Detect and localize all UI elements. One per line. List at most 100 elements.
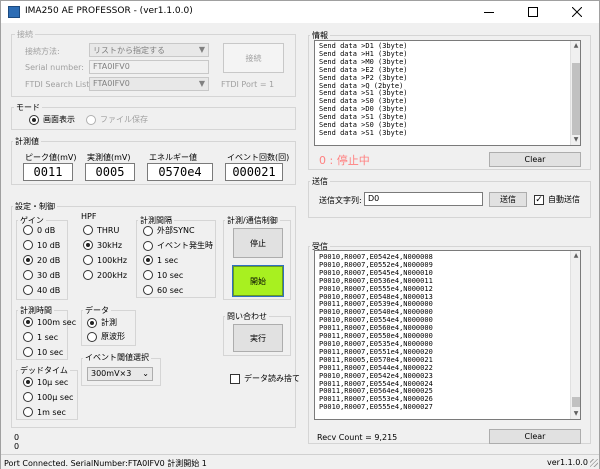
stop-button[interactable]: 停止 <box>233 228 283 258</box>
send-button[interactable]: 送信 <box>489 192 527 207</box>
recv-count: Recv Count = 9,215 <box>317 433 398 442</box>
interval-60sec-radio[interactable]: 60 sec <box>143 285 183 295</box>
chevron-down-icon: ▼ <box>198 79 205 88</box>
energy-value: 0570e4 <box>147 163 213 181</box>
scroll-down-icon[interactable]: ▼ <box>571 135 581 145</box>
execute-button[interactable]: 実行 <box>233 324 283 352</box>
minimize-button[interactable] <box>467 1 511 23</box>
gain-option-label: 20 dB <box>37 255 61 265</box>
status-version: ver1.1.0.0 <box>547 458 588 467</box>
threshold-title: イベント閾値選択 <box>83 352 151 363</box>
threshold-select[interactable]: 300mV×3 ⌄ <box>87 367 153 381</box>
interval-option-label: イベント発生時 <box>157 241 213 250</box>
info-clear-button[interactable]: Clear <box>489 152 581 167</box>
close-button[interactable] <box>555 1 599 23</box>
gain-option-label: 10 dB <box>37 240 61 250</box>
scroll-thumb[interactable] <box>572 63 580 135</box>
data-measure-radio[interactable]: 計測 <box>87 317 117 328</box>
dead-time-1ms-radio[interactable]: 1m sec <box>23 407 66 417</box>
hpf-option-label: THRU <box>97 225 120 235</box>
interval-option-label: 60 sec <box>157 285 184 295</box>
ftdi-port-label: FTDI Port = 1 <box>221 80 275 89</box>
scroll-up-icon[interactable]: ▲ <box>571 41 581 51</box>
hpf-200khz-radio[interactable]: 200kHz <box>83 270 127 280</box>
interval-10sec-radio[interactable]: 10 sec <box>143 270 183 280</box>
send-group-title: 送信 <box>310 176 330 187</box>
ftdi-search-label: FTDI Search List: <box>25 80 93 89</box>
connect-button[interactable]: 接続 <box>223 43 284 73</box>
recv-clear-button[interactable]: Clear <box>489 429 581 444</box>
send-string-input[interactable]: D0 <box>364 192 483 206</box>
hpf-30khz-radio[interactable]: 30kHz <box>83 240 122 250</box>
scroll-thumb[interactable] <box>572 397 580 407</box>
status-bar: Port Connected. SerialNumber:FTA0IFV0 計測… <box>1 454 599 469</box>
mode-file-radio[interactable]: ファイル保存 <box>86 114 148 125</box>
main-window: IMA250 AE PROFESSOR - (ver1.1.0.0) 接続 接続… <box>0 0 600 469</box>
gain-option-label: 0 dB <box>37 225 56 235</box>
meas-time-10sec-radio[interactable]: 10 sec <box>23 347 63 357</box>
meas-time-option-label: 1 sec <box>37 332 59 342</box>
maximize-icon <box>528 7 538 17</box>
window-title: IMA250 AE PROFESSOR - (ver1.1.0.0) <box>25 6 193 16</box>
effective-label: 実測値(mV) <box>87 153 131 162</box>
effective-value: 0005 <box>85 163 135 181</box>
discard-checkbox[interactable]: データ読み捨て <box>230 373 300 384</box>
measurements-group-title: 計測値 <box>13 136 41 147</box>
maximize-button[interactable] <box>511 1 555 23</box>
recv-log-list[interactable]: P0010,R0007,E0542e4,N000008 P0010,R0007,E… <box>314 250 581 420</box>
interval-1sec-radio[interactable]: 1 sec <box>143 255 178 265</box>
dead-time-100us-radio[interactable]: 100μ sec <box>23 392 73 402</box>
connection-method-select[interactable]: リストから指定する ▼ <box>89 43 209 57</box>
info-log-list[interactable]: Send data >D1 (3byte) Send data >H1 (3byt… <box>314 40 581 146</box>
serial-number-field[interactable]: FTA0IFV0 <box>89 60 209 74</box>
gain-10db-radio[interactable]: 10 dB <box>23 240 60 250</box>
resize-grip-icon[interactable] <box>590 459 598 467</box>
meas-time-100ms-radio[interactable]: 100m sec <box>23 317 76 327</box>
list-item: Send data >S1 (3byte) <box>319 128 408 137</box>
discard-label: データ読み捨て <box>244 374 300 383</box>
hpf-option-label: 200kHz <box>97 270 128 280</box>
close-icon <box>572 7 582 17</box>
gain-option-label: 40 dB <box>37 285 61 295</box>
info-lines: Send data >D1 (3byte) Send data >H1 (3byt… <box>319 42 576 138</box>
gain-20db-radio[interactable]: 20 dB <box>23 255 60 265</box>
interval-option-label: 外部SYNC <box>157 226 195 235</box>
dead-time-option-label: 10μ sec <box>37 377 69 387</box>
state-text: 0 : 停止中 <box>319 154 370 167</box>
recv-scrollbar[interactable]: ▲ ▼ <box>570 251 580 419</box>
inquiry-title: 問い合わせ <box>225 311 269 322</box>
recv-lines: P0010,R0007,E0542e4,N000008 P0010,R0007,E… <box>319 253 576 412</box>
interval-option-label: 1 sec <box>157 255 179 265</box>
dead-time-10us-radio[interactable]: 10μ sec <box>23 377 68 387</box>
gain-0db-radio[interactable]: 0 dB <box>23 225 55 235</box>
gain-option-label: 30 dB <box>37 270 61 280</box>
hpf-thru-radio[interactable]: THRU <box>83 225 119 235</box>
meas-time-title: 計測時間 <box>18 305 54 316</box>
gain-40db-radio[interactable]: 40 dB <box>23 285 60 295</box>
control-title: 計測/通信制御 <box>225 215 280 226</box>
auto-send-checkbox[interactable]: ✓ 自動送信 <box>534 194 580 205</box>
data-waveform-radio[interactable]: 原波形 <box>87 331 125 342</box>
gain-30db-radio[interactable]: 30 dB <box>23 270 60 280</box>
connection-method-value: リストから指定する <box>93 46 165 55</box>
dead-time-option-label: 100μ sec <box>37 392 74 402</box>
dead-time-title: デッドタイム <box>18 365 70 376</box>
status-text: Port Connected. SerialNumber:FTA0IFV0 計測… <box>4 459 207 468</box>
send-string-label: 送信文字列: <box>319 196 362 205</box>
ftdi-search-value: FTA0IFV0 <box>93 79 130 88</box>
events-value: 000021 <box>225 163 283 181</box>
mode-screen-radio[interactable]: 画面表示 <box>29 114 75 125</box>
meas-time-option-label: 10 sec <box>37 347 64 357</box>
peak-label: ピーク値(mV) <box>25 153 77 162</box>
start-button[interactable]: 開始 <box>232 265 284 297</box>
interval-sync-radio[interactable]: 外部SYNC <box>143 225 195 236</box>
meas-time-1sec-radio[interactable]: 1 sec <box>23 332 58 342</box>
info-scrollbar[interactable]: ▲ ▼ <box>570 41 580 145</box>
ftdi-search-select[interactable]: FTA0IFV0 ▼ <box>89 77 209 91</box>
hpf-100khz-radio[interactable]: 100kHz <box>83 255 127 265</box>
scroll-up-icon[interactable]: ▲ <box>571 251 581 261</box>
settings-group-title: 設定・制御 <box>13 201 57 212</box>
hpf-option-label: 30kHz <box>97 240 123 250</box>
scroll-down-icon[interactable]: ▼ <box>571 409 581 419</box>
interval-event-radio[interactable]: イベント発生時 <box>143 240 213 251</box>
